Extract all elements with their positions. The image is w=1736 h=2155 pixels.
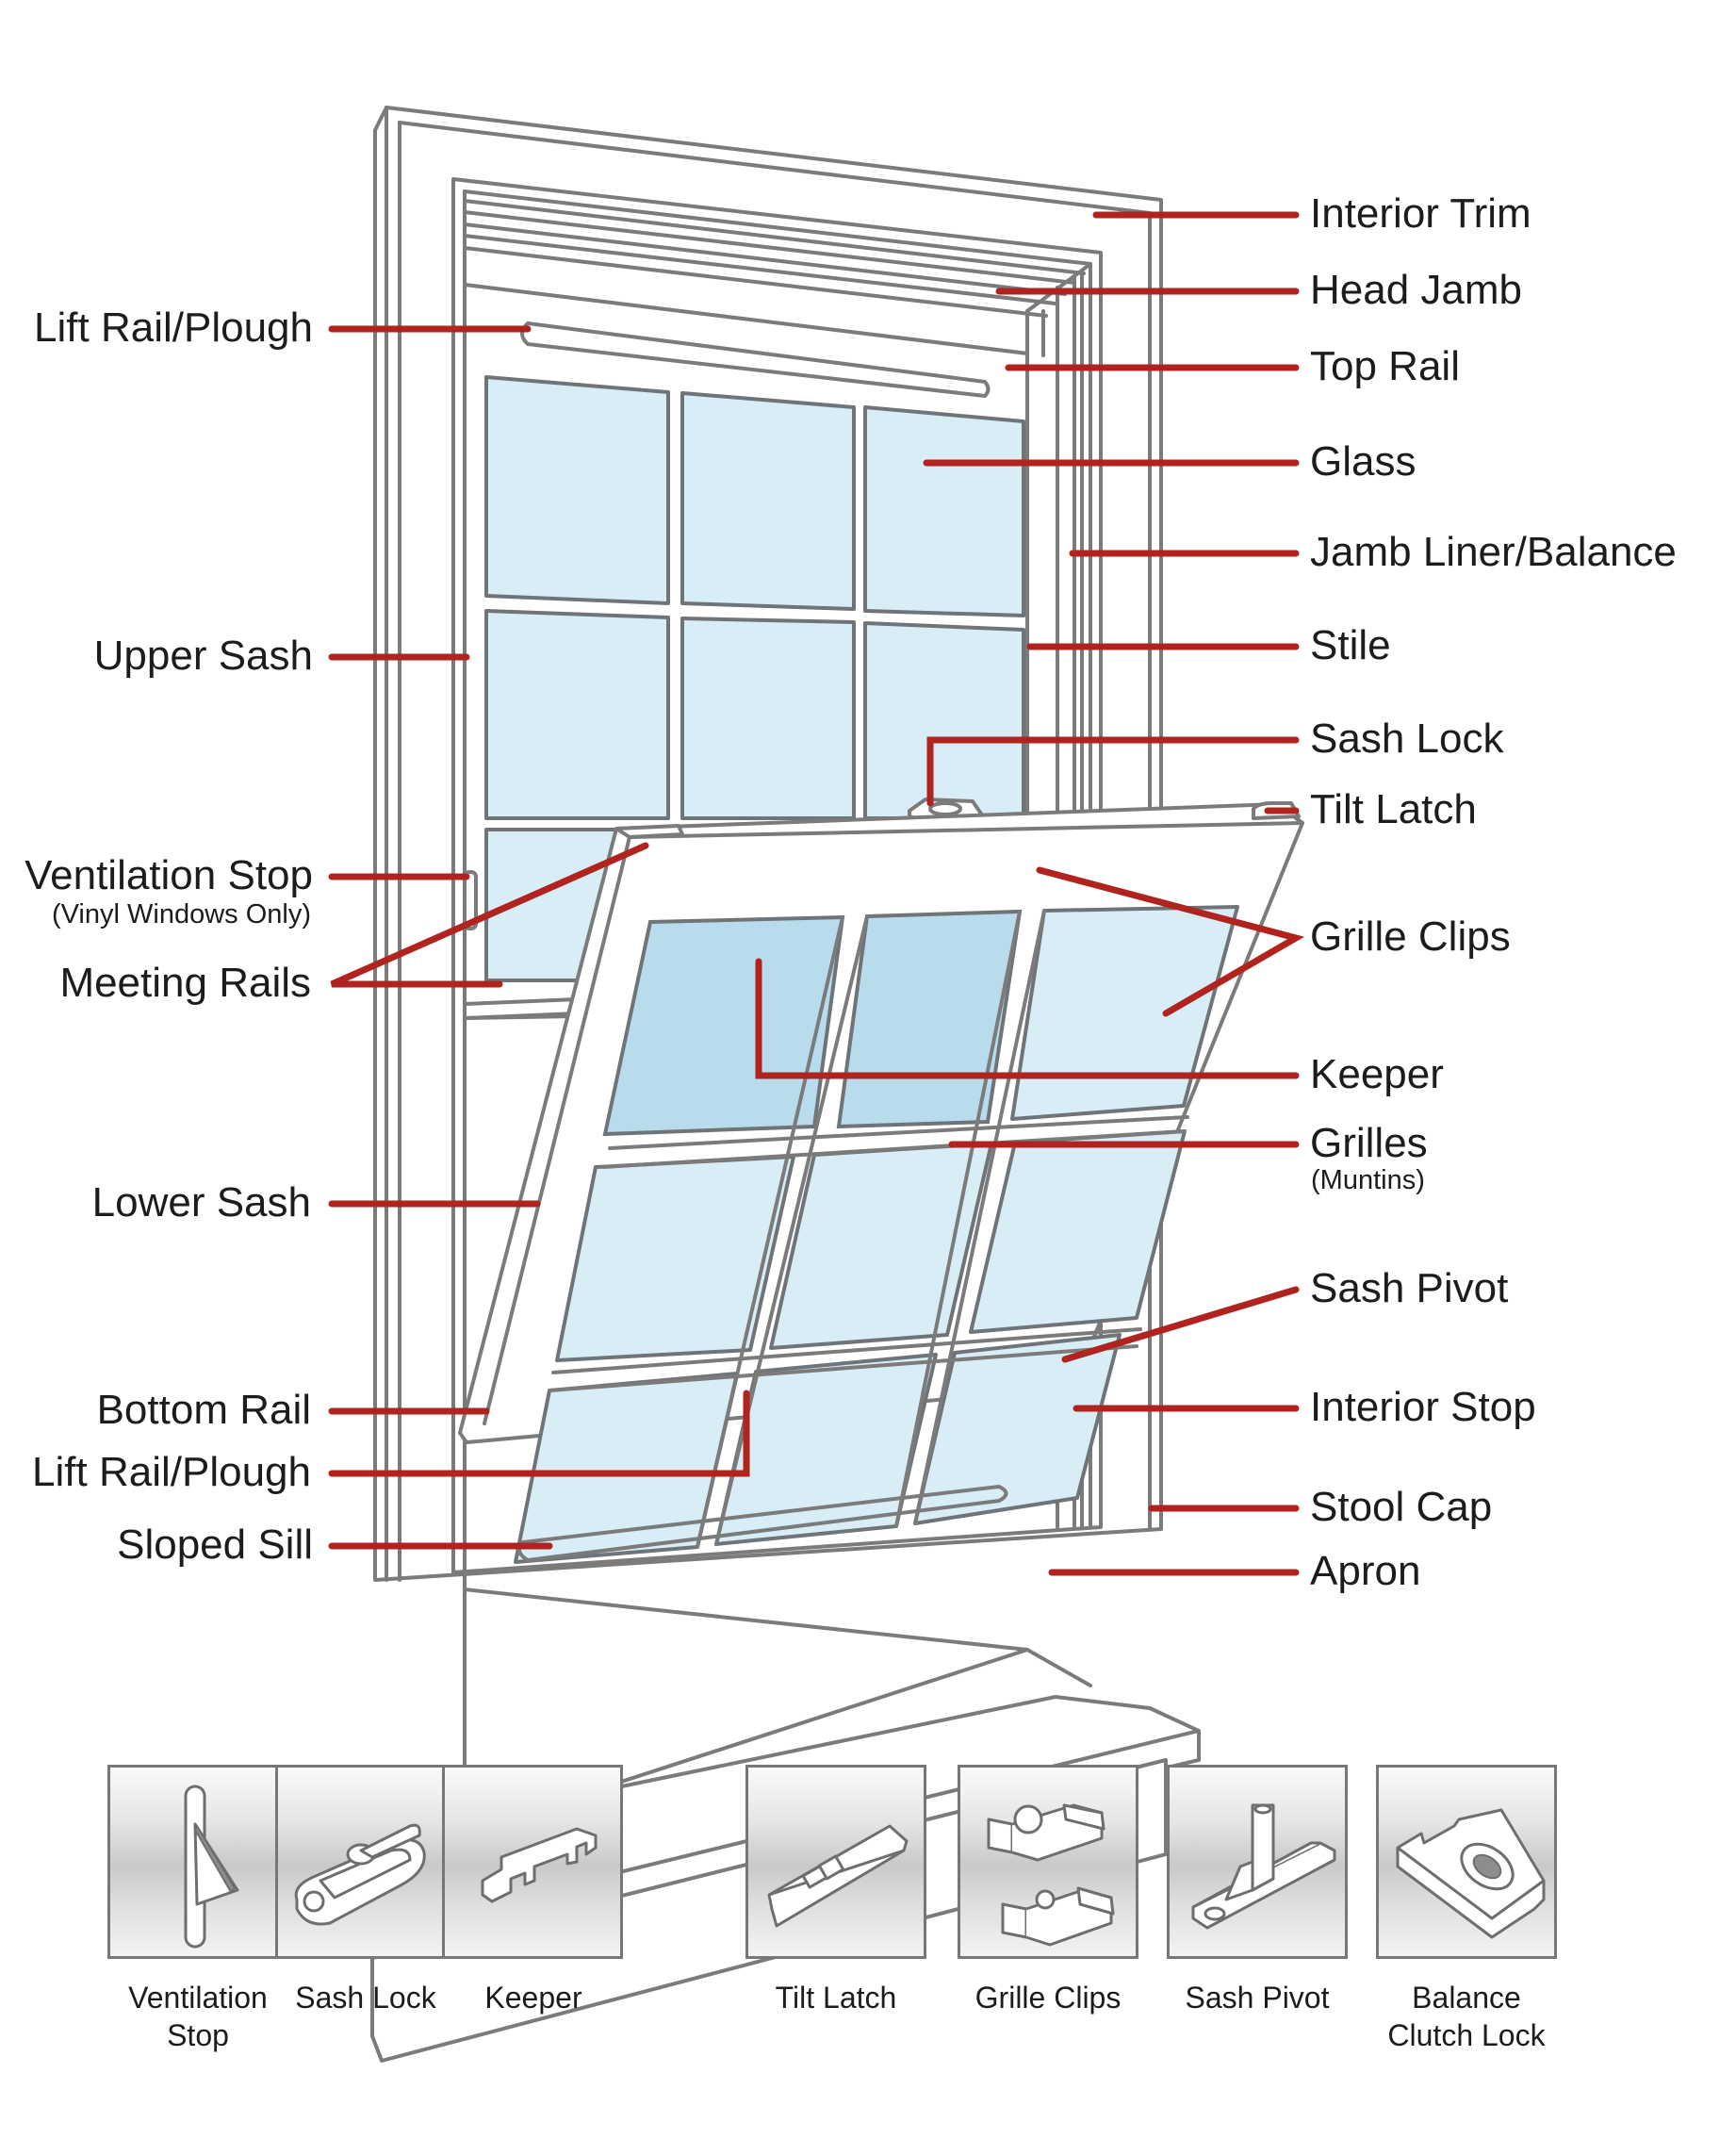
label-lower-sash: Lower Sash [91,1179,311,1226]
hardware-panel-balance-clutch-lock [1376,1765,1557,1959]
label-stile: Stile [1310,622,1391,668]
ventilation-stop-icon [184,1785,239,1949]
grille-clips-icon [987,1803,1115,1947]
label-upper-sash: Upper Sash [93,633,313,679]
label-keeper: Keeper [1310,1051,1444,1097]
caption-grille-clips: Grille Clips [974,1981,1122,2015]
tilt-latch-icon [767,1824,909,1928]
keeper-icon [481,1827,598,1903]
glass-pane [484,609,670,820]
caption-line-2: Stop [167,2018,229,2052]
label-apron: Apron [1310,1548,1421,1594]
label-grilles: Grilles [1310,1120,1428,1166]
label-jamb-liner: Jamb Liner/Balance [1310,529,1677,575]
label-top-rail: Top Rail [1310,343,1460,389]
label-grille-clips: Grille Clips [1310,913,1511,960]
label-ventilation-stop: Ventilation Stop [25,852,313,898]
glass-pane [680,391,856,611]
label-bottom-rail: Bottom Rail [96,1387,311,1433]
sash-lock-icon [294,1823,426,1926]
hardware-panel-tilt-latch [745,1765,926,1959]
hardware-panel-keeper [442,1765,623,1959]
label-meeting-rails: Meeting Rails [59,960,311,1006]
label-lift-rail-bottom: Lift Rail/Plough [32,1449,311,1495]
hardware-panel-grille-clips [958,1765,1138,1959]
label-sash-lock: Sash Lock [1310,716,1504,762]
label-interior-trim: Interior Trim [1310,190,1531,237]
glass-pane [863,621,1025,820]
sash-pivot-icon [1191,1803,1336,1930]
label-tilt-latch: Tilt Latch [1310,786,1477,832]
balance-clutch-lock-icon [1396,1808,1546,1939]
hardware-panel-sash-lock [275,1765,456,1959]
hardware-panel-sash-pivot [1167,1765,1348,1959]
hardware-panel-ventilation-stop [107,1765,288,1959]
label-ventilation-stop-sub: (Vinyl Windows Only) [51,899,311,929]
label-lift-rail-top: Lift Rail/Plough [34,304,313,351]
label-stool-cap: Stool Cap [1310,1484,1493,1530]
caption-sash-pivot: Sash Pivot [1185,1981,1330,2015]
label-interior-stop: Interior Stop [1310,1384,1536,1430]
label-sash-pivot: Sash Pivot [1310,1265,1509,1311]
caption-tilt-latch: Tilt Latch [775,1981,897,2015]
label-glass: Glass [1310,438,1417,485]
glass-pane [680,617,856,820]
label-grilles-sub: (Muntins) [1311,1165,1425,1195]
caption-keeper: Keeper [484,1981,582,2015]
label-head-jamb: Head Jamb [1310,267,1523,313]
caption-line-1: Balance [1412,1981,1521,2015]
caption-balance-clutch-lock: Balance Clutch Lock [1358,1979,1575,2054]
glass-pane [863,405,1025,617]
caption-line-2: Clutch Lock [1387,2018,1546,2052]
label-sloped-sill: Sloped Sill [117,1522,313,1568]
glass-pane [484,375,670,605]
